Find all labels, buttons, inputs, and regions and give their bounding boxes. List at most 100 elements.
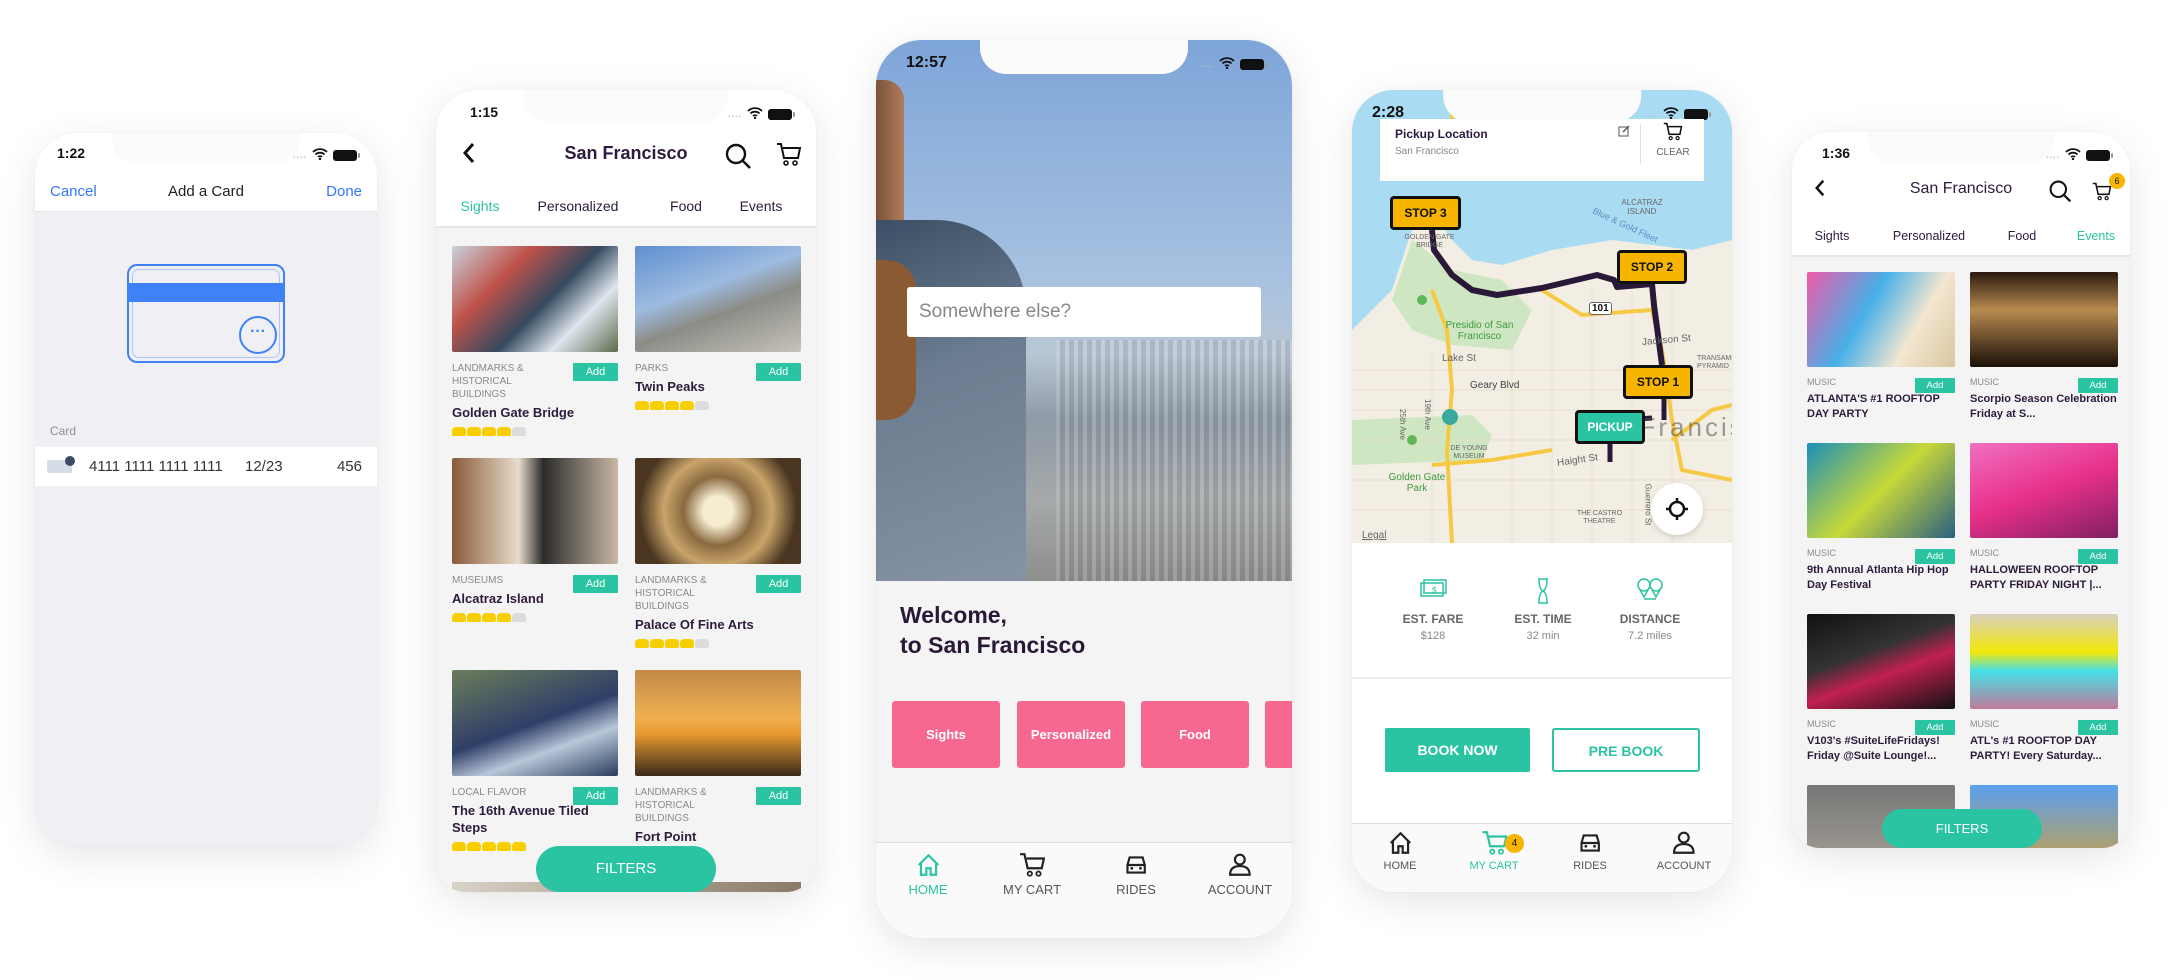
welcome-line-2: to San Francisco — [900, 632, 1086, 658]
stop-2-marker[interactable]: STOP 2 — [1617, 250, 1687, 284]
sight-card[interactable]: Local Flavor Add The 16th Avenue Tiled Ste… — [452, 670, 618, 851]
rating-car-icon — [650, 401, 664, 410]
sight-image — [452, 246, 618, 352]
stop-3-marker[interactable]: STOP 3 — [1390, 196, 1461, 230]
pickup-location-card[interactable]: Pickup Location San Francisco CLEAR — [1380, 119, 1704, 181]
filters-button[interactable]: FILTERS — [1882, 809, 2042, 848]
add-button[interactable]: Add — [573, 363, 618, 381]
event-card[interactable]: Music Add HALLOWEEN ROOFTOP PARTY FRIDAY N… — [1970, 443, 2118, 593]
tab-personalized[interactable]: Personalized — [538, 198, 619, 214]
cart-icon[interactable] — [2092, 182, 2112, 207]
tab-home[interactable]: HOME — [1384, 830, 1417, 872]
stat-label: EST. TIME — [1514, 612, 1572, 626]
tab-my-cart[interactable]: MY CART — [1003, 852, 1061, 897]
category-button[interactable]: Food — [1141, 701, 1249, 768]
add-button[interactable]: Add — [573, 787, 618, 805]
stop-1-marker[interactable]: STOP 1 — [1623, 365, 1693, 399]
add-button[interactable]: Add — [573, 575, 618, 593]
legal-link[interactable]: Legal — [1362, 530, 1386, 541]
event-card[interactable]: Music Add Scorpio Season Celebration Frida… — [1970, 272, 2118, 422]
cvc-field[interactable]: 456 — [337, 458, 362, 475]
sight-card[interactable]: Museums Add Alcatraz Island — [452, 458, 618, 622]
sight-card[interactable]: Landmarks & Historical Buildings Add Fort … — [635, 670, 801, 845]
pre-book-button[interactable]: PRE BOOK — [1552, 728, 1700, 772]
filters-button[interactable]: FILTERS — [536, 846, 716, 892]
event-card[interactable]: Music Add 9th Annual Atlanta Hip Hop Day F… — [1807, 443, 1955, 593]
tab-account[interactable]: ACCOUNT — [1208, 852, 1272, 897]
category-button[interactable]: Personalized — [1017, 701, 1125, 768]
tab-events[interactable]: Events — [2077, 229, 2115, 243]
cart-icon — [1003, 852, 1061, 878]
locate-me-button[interactable] — [1651, 483, 1703, 535]
book-now-button[interactable]: BOOK NOW — [1385, 728, 1530, 772]
add-button[interactable]: Add — [756, 787, 801, 805]
sight-card[interactable]: Landmarks & Historical Buildings Add Golde… — [452, 246, 618, 436]
rating-car-icon — [452, 842, 466, 851]
tab-rides[interactable]: RIDES — [1116, 852, 1156, 897]
event-title: 9th Annual Atlanta Hip Hop Day Festival — [1807, 564, 1949, 591]
tab-events[interactable]: Events — [740, 198, 783, 214]
done-button[interactable]: Done — [326, 183, 362, 200]
search-icon[interactable] — [724, 142, 752, 175]
add-button[interactable]: Add — [2078, 378, 2118, 393]
add-button[interactable]: Add — [1915, 378, 1955, 393]
event-image — [1807, 272, 1955, 367]
expiry-field[interactable]: 12/23 — [245, 458, 283, 475]
pickup-marker[interactable]: PICKUP — [1575, 410, 1645, 444]
card-number-field[interactable]: 4111 1111 1111 1111 — [89, 458, 223, 475]
destination-search-input[interactable]: Somewhere else? — [907, 287, 1261, 337]
add-button[interactable]: Add — [2078, 549, 2118, 564]
clear-cart-button[interactable]: CLEAR — [1648, 122, 1698, 158]
event-card[interactable]: Music Add ATL's #1 ROOFTOP DAY PARTY! Ever… — [1970, 614, 2118, 764]
search-icon[interactable] — [2048, 179, 2072, 208]
rating-car-icon — [467, 613, 481, 622]
tab-food[interactable]: Food — [670, 198, 702, 214]
sight-card[interactable]: Parks Add Twin Peaks — [635, 246, 801, 410]
event-title: Scorpio Season Celebration Friday at S..… — [1970, 393, 2117, 420]
cart-icon — [1663, 122, 1683, 146]
tab-food[interactable]: Food — [2008, 229, 2037, 243]
tab-label: RIDES — [1116, 882, 1156, 897]
home-icon — [1384, 830, 1417, 856]
sight-title: Palace Of Fine Arts — [635, 617, 754, 632]
map-label: Geary Blvd — [1470, 380, 1520, 391]
add-button[interactable]: Add — [2078, 720, 2118, 735]
tab-personalized[interactable]: Personalized — [1893, 229, 1965, 243]
sight-card[interactable]: Landmarks & Historical Buildings Add Palac… — [635, 458, 801, 648]
cart-icon[interactable] — [776, 142, 802, 173]
page-title: San Francisco — [564, 143, 688, 163]
map-label: 25th Ave — [1398, 409, 1407, 440]
page-title: San Francisco — [1909, 180, 2013, 197]
tab-rides[interactable]: RIDES — [1573, 830, 1607, 872]
rating-car-icon — [665, 401, 679, 410]
add-button[interactable]: Add — [1915, 720, 1955, 735]
event-image — [1807, 443, 1955, 538]
car-icon — [1116, 852, 1156, 878]
event-card[interactable]: Music Add V103's #SuiteLifeFridays! Friday… — [1807, 614, 1955, 764]
tab-label: HOME — [1383, 860, 1417, 872]
edit-icon[interactable] — [1618, 124, 1630, 142]
battery-icon — [1240, 58, 1267, 70]
stat-label: DISTANCE — [1619, 612, 1681, 626]
events-phone: 1:36.... San Francisco 6 Sights Personali… — [1792, 132, 2130, 848]
rating-car-icon — [497, 842, 511, 851]
add-button[interactable]: Add — [1915, 549, 1955, 564]
rating-cars — [635, 639, 801, 648]
rating-car-icon — [512, 427, 526, 436]
sight-category: Parks — [635, 363, 669, 374]
category-button[interactable] — [1265, 701, 1292, 768]
add-button[interactable]: Add — [756, 575, 801, 593]
category-button[interactable]: Sights — [892, 701, 1000, 768]
card-entry-row[interactable]: 4111 1111 1111 1111 12/23 456 — [35, 447, 377, 486]
event-card[interactable]: Music Add ATLANTA'S #1 ROOFTOP DAY PARTY — [1807, 272, 1955, 422]
tab-sights[interactable]: Sights — [461, 198, 500, 214]
rating-cars — [452, 613, 618, 622]
tab-label: HOME — [908, 882, 948, 897]
tab-home[interactable]: HOME — [909, 852, 948, 897]
event-title: V103's #SuiteLifeFridays! Friday @Suite … — [1807, 735, 1940, 762]
tab-sights[interactable]: Sights — [1815, 229, 1850, 243]
wifi-icon — [312, 147, 328, 163]
stat-est-fare: $ EST. FARE $128 — [1383, 577, 1483, 642]
tab-account[interactable]: ACCOUNT — [1657, 830, 1711, 872]
add-button[interactable]: Add — [756, 363, 801, 381]
